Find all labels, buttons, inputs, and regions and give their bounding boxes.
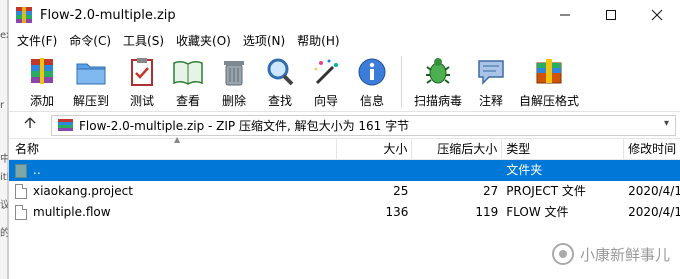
column-modified[interactable]: 修改时间 (624, 139, 680, 160)
item-size (337, 160, 413, 181)
close-button[interactable] (634, 0, 680, 30)
item-packed (412, 160, 502, 181)
virus-scan-icon (426, 58, 450, 84)
column-packed[interactable]: 压缩后大小 (412, 138, 503, 160)
comment-button[interactable]: 注释 (468, 52, 514, 109)
sfx-button[interactable]: 自解压格式 (514, 52, 584, 109)
column-type[interactable]: 类型 (502, 138, 625, 160)
path-field[interactable]: Flow-2.0-multiple.zip - ZIP 压缩文件, 解包大小为 … (51, 114, 676, 136)
winrar-window: Flow-2.0-multiple.zip 文件(F) 命令(C) 工具(S) … (8, 0, 680, 279)
file-list-header: ▲ 名称 大小 压缩后大小 类型 修改时间 (9, 135, 680, 160)
extract-to-button[interactable]: 解压到 (63, 52, 119, 109)
menu-options[interactable]: 选项(N) (237, 30, 291, 52)
list-item[interactable]: xiaokang.project 25 27 PROJECT 文件 2020/4… (9, 181, 680, 202)
menu-commands[interactable]: 命令(C) (63, 30, 117, 52)
item-size: 25 (393, 184, 409, 198)
scan-virus-button[interactable]: 扫描病毒 (408, 52, 468, 109)
delete-button[interactable]: 删除 (211, 52, 257, 109)
menu-bar: 文件(F) 命令(C) 工具(S) 收藏夹(O) 选项(N) 帮助(H) (9, 30, 680, 52)
address-bar: Flow-2.0-multiple.zip - ZIP 压缩文件, 解包大小为 … (9, 112, 680, 139)
title-bar[interactable]: Flow-2.0-multiple.zip (9, 0, 680, 30)
menu-favorites[interactable]: 收藏夹(O) (170, 30, 237, 52)
extract-to-label: 解压到 (72, 94, 109, 108)
item-modified (624, 160, 680, 181)
background-window-edge: ex r 中 ith 议 的 (0, 0, 13, 279)
sfx-label: 自解压格式 (518, 94, 579, 108)
comment-label: 注释 (478, 94, 503, 108)
watermark-text: 小康新鲜事儿 (579, 245, 670, 264)
name-cell: multiple.flow (9, 202, 337, 223)
info-button[interactable]: 信息 (349, 52, 395, 109)
find-label: 查找 (267, 94, 292, 108)
scan-virus-label: 扫描病毒 (413, 94, 462, 108)
info-label: 信息 (359, 94, 384, 108)
test-clipboard-icon (131, 58, 153, 86)
item-name: .. (33, 163, 41, 177)
window-title: Flow-2.0-multiple.zip (40, 7, 176, 23)
add-label: 添加 (29, 94, 54, 108)
view-label: 查看 (175, 94, 200, 108)
arrow-up-icon (24, 117, 36, 128)
watermark-logo-icon (551, 243, 574, 265)
sfx-icon (536, 59, 562, 84)
add-button[interactable]: 添加 (21, 52, 63, 109)
item-type: FLOW 文件 (506, 205, 569, 219)
item-size: 136 (385, 205, 409, 219)
magnifier-icon (267, 58, 294, 86)
item-name: multiple.flow (33, 205, 111, 219)
item-type: PROJECT 文件 (506, 184, 586, 198)
menu-help[interactable]: 帮助(H) (291, 30, 345, 52)
info-icon (358, 58, 386, 86)
sort-arrow-icon: ▲ (174, 135, 181, 144)
column-name[interactable]: 名称 (9, 138, 337, 160)
find-button[interactable]: 查找 (257, 52, 303, 109)
test-button[interactable]: 测试 (119, 52, 165, 109)
minimize-button[interactable] (542, 0, 588, 30)
file-icon (15, 184, 27, 199)
maximize-button[interactable] (588, 0, 634, 30)
archive-icon (58, 118, 73, 132)
list-item[interactable]: .. 文件夹 (9, 160, 680, 181)
name-cell: xiaokang.project (9, 181, 337, 202)
test-label: 测试 (129, 94, 154, 108)
view-book-icon (173, 60, 203, 85)
minimize-icon (560, 14, 570, 16)
up-level-button[interactable] (9, 117, 51, 133)
winrar-app-icon[interactable] (16, 7, 32, 23)
item-name: xiaokang.project (33, 184, 133, 198)
column-size[interactable]: 大小 (337, 138, 413, 160)
comment-icon (478, 60, 504, 85)
item-type: 文件夹 (506, 163, 543, 177)
item-packed: 119 (475, 205, 499, 219)
delete-label: 删除 (221, 94, 246, 108)
item-modified: 2020/4/1 (628, 184, 680, 198)
item-packed: 27 (482, 184, 499, 198)
wizard-label: 向导 (313, 94, 338, 108)
parent-folder-icon (15, 163, 27, 178)
wizard-button[interactable]: 向导 (303, 52, 349, 109)
file-icon (15, 205, 27, 220)
close-icon (651, 9, 663, 21)
maximize-icon (606, 10, 616, 20)
trash-icon (224, 61, 244, 86)
behind-text: r (0, 100, 5, 111)
list-item[interactable]: multiple.flow 136 119 FLOW 文件 2020/4/1 (9, 202, 680, 223)
extract-folder-icon (76, 63, 106, 85)
menu-file[interactable]: 文件(F) (11, 30, 63, 52)
view-button[interactable]: 查看 (165, 52, 211, 109)
path-text: Flow-2.0-multiple.zip - ZIP 压缩文件, 解包大小为 … (79, 118, 410, 133)
chevron-down-icon[interactable]: ▾ (664, 118, 669, 129)
item-modified: 2020/4/1 (628, 205, 680, 219)
toolbar-separator (401, 56, 402, 108)
name-cell: .. (9, 160, 337, 181)
toolbar: 添加 解压到 测试 查看 删除 查找 向导 信息 扫描病毒 注释 自解压格式 (9, 52, 680, 112)
add-archive-icon (31, 58, 53, 84)
watermark: 小康新鲜事儿 (551, 243, 670, 265)
wizard-wand-icon (314, 59, 338, 85)
menu-tools[interactable]: 工具(S) (117, 30, 170, 52)
